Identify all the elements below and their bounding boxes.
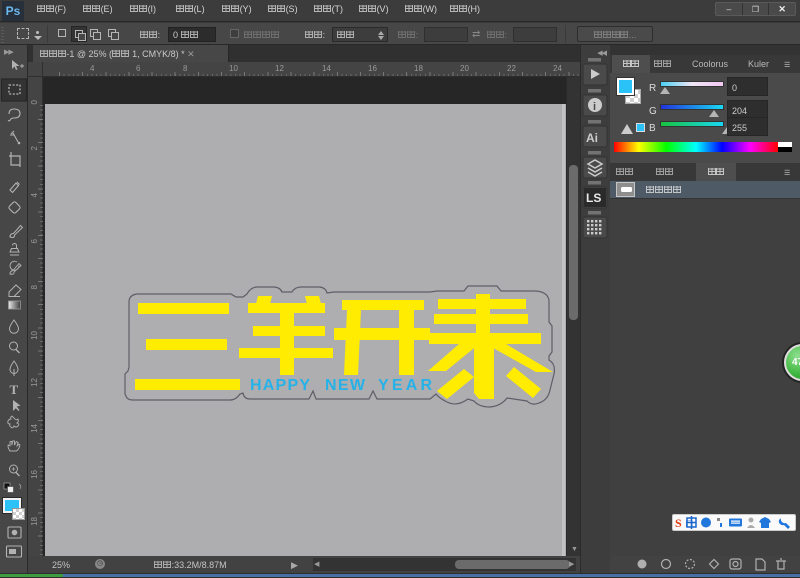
svg-text:T: T [10,382,19,397]
svg-text:Ai: Ai [586,131,598,145]
svg-text:NEW: NEW [325,377,366,394]
svg-text:YEAR: YEAR [378,377,433,394]
svg-text:HAPPY: HAPPY [250,377,311,394]
svg-text:i: i [593,101,596,113]
svg-text:S: S [675,516,682,530]
svg-text:LS: LS [586,191,601,205]
